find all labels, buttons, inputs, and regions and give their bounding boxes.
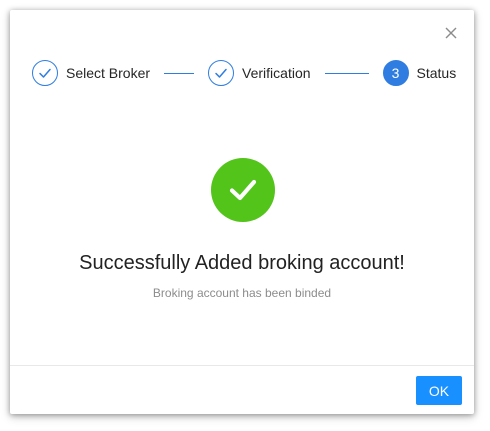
footer-divider [10,365,474,366]
step-label: Select Broker [66,65,151,81]
success-check-icon [211,158,275,222]
result-title: Successfully Added broking account! [79,252,405,274]
step-connector [164,72,195,74]
close-icon[interactable] [442,24,460,42]
step-number: 3 [382,60,409,86]
add-broker-dialog: Select Broker Verification 3 Status Succ… [10,10,474,414]
check-icon [32,60,58,86]
step-verification: Verification [208,60,311,86]
backdrop: Select Broker Verification 3 Status Succ… [0,0,490,431]
ok-button[interactable]: OK [416,376,462,405]
step-label: Status [416,65,457,81]
result-subtitle: Broking account has been binded [152,286,332,300]
step-select-broker: Select Broker [32,60,150,86]
check-icon [208,60,235,86]
step-connector [324,72,369,74]
step-label: Verification [242,65,311,81]
steps-progress: Select Broker Verification 3 Status [32,59,456,87]
step-status: 3 Status [382,60,457,86]
